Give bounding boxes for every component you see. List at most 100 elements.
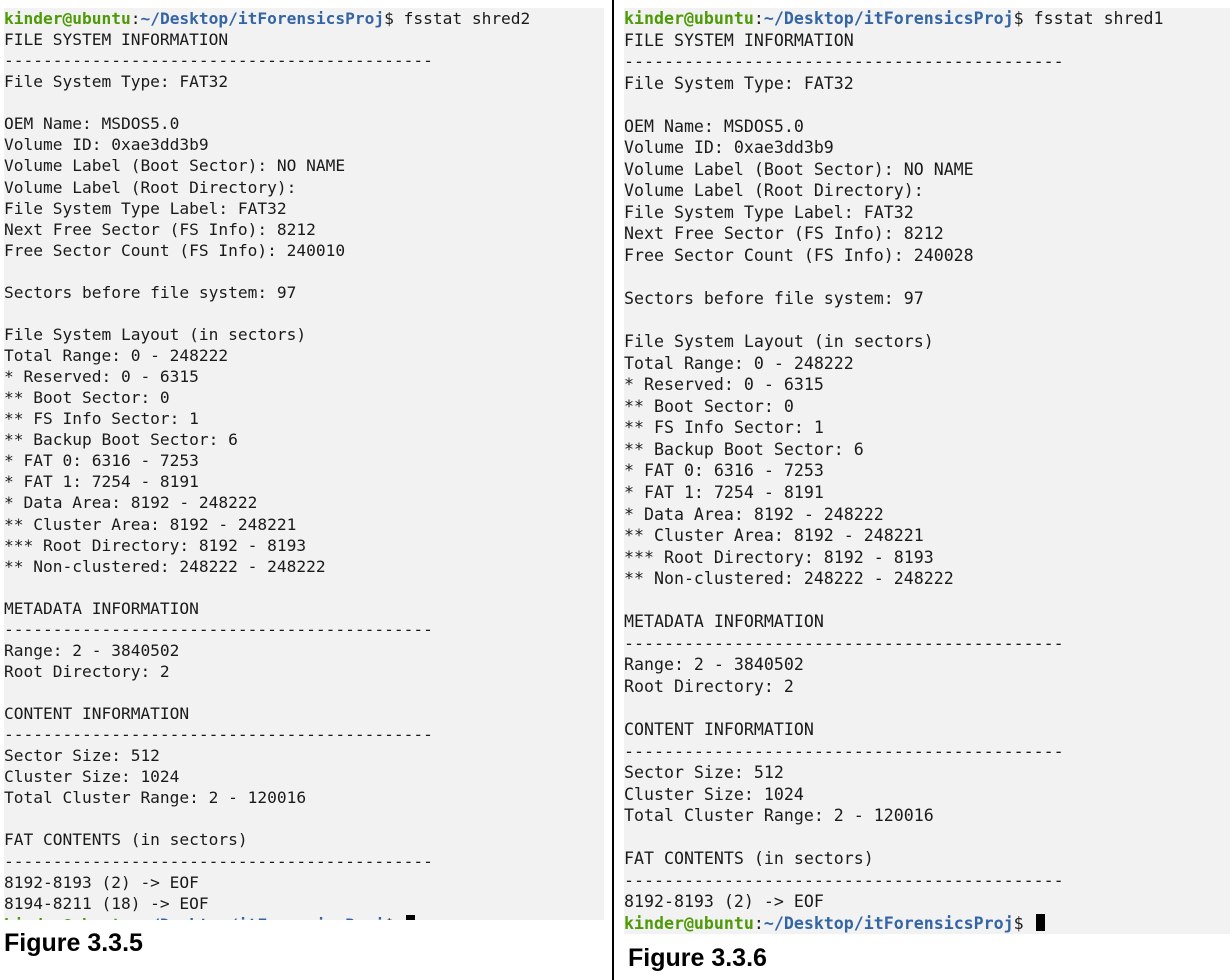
output-line: * Reserved: 0 - 6315 [4,367,199,387]
terminal-output: FILE SYSTEM INFORMATION -----------------… [4,29,604,914]
output-line: ** Backup Boot Sector: 6 [624,439,864,459]
prompt-dollar: $ [1013,9,1024,28]
output-line: * Reserved: 0 - 6315 [624,375,824,395]
prompt-user: kinder@ubuntu [624,9,754,28]
prompt-dollar: $ [384,915,394,920]
output-line: * Data Area: 8192 - 248222 [4,493,258,513]
output-line: ----------------------------------------… [4,851,433,871]
output-line: 8194-8211 (18) -> EOF [4,893,209,913]
output-line: ** Non-clustered: 248222 - 248222 [624,569,954,589]
output-line: Total Cluster Range: 2 - 120016 [4,788,307,808]
terminal-output: FILE SYSTEM INFORMATION -----------------… [624,30,1230,913]
output-line: Free Sector Count (FS Info): 240028 [624,246,974,266]
output-line: CONTENT INFORMATION [4,704,190,724]
output-line: Sectors before file system: 97 [4,282,297,302]
prompt-user: kinder@ubuntu [4,915,131,920]
output-line: ** Non-clustered: 248222 - 248222 [4,556,326,576]
output-line: ----------------------------------------… [624,741,1064,761]
output-line: Sectors before file system: 97 [624,289,924,309]
output-line: 8192-8193 (2) -> EOF [624,892,824,912]
output-line: Next Free Sector (FS Info): 8212 [4,219,316,239]
prompt-user: kinder@ubuntu [4,9,131,28]
output-line: Volume Label (Root Directory): [4,177,297,197]
output-line: Sector Size: 512 [4,746,160,766]
prompt-separator: : [753,9,764,28]
output-line: File System Layout (in sectors) [624,332,934,352]
figure-caption-right: Figure 3.3.6 [628,944,767,972]
output-line: File System Type Label: FAT32 [624,202,914,222]
output-line: File System Layout (in sectors) [4,324,307,344]
output-line: 8192-8193 (2) -> EOF [4,872,199,892]
output-line: CONTENT INFORMATION [624,720,814,740]
command-prompt-line: kinder@ubuntu:~/Desktop/itForensicsProj$… [624,8,1230,30]
figure-caption-left: Figure 3.3.5 [4,929,143,957]
output-line: ** Backup Boot Sector: 6 [4,430,238,450]
output-line: Next Free Sector (FS Info): 8212 [624,224,944,244]
output-line: *** Root Directory: 8192 - 8193 [4,535,307,555]
output-line: ** Boot Sector: 0 [4,388,170,408]
output-line: Volume Label (Boot Sector): NO NAME [624,159,974,179]
output-line: ----------------------------------------… [4,619,433,639]
output-line: FILE SYSTEM INFORMATION [624,30,854,50]
output-line: Sector Size: 512 [624,763,784,783]
output-line: Volume ID: 0xae3dd3b9 [624,138,834,158]
output-line: ----------------------------------------… [4,51,433,71]
output-line: File System Type: FAT32 [624,73,854,93]
cursor-block [405,914,415,920]
divider-line [612,0,614,980]
output-line: Range: 2 - 3840502 [624,655,804,675]
output-line: Root Directory: 2 [624,676,794,696]
output-line: Cluster Size: 1024 [624,784,804,804]
final-prompt-line[interactable]: kinder@ubuntu:~/Desktop/itForensicsProj$ [624,913,1230,934]
output-line: FAT CONTENTS (in sectors) [4,830,248,850]
cursor-block [1035,913,1045,931]
prompt-path: ~/Desktop/itForensicsProj [140,915,384,920]
output-line: ** Cluster Area: 8192 - 248221 [4,514,297,534]
output-line: FILE SYSTEM INFORMATION [4,30,229,50]
output-line: METADATA INFORMATION [624,612,824,632]
terminal-left[interactable]: kinder@ubuntu:~/Desktop/itForensicsProj$… [4,8,604,920]
output-line: Free Sector Count (FS Info): 240010 [4,240,346,260]
prompt-path: ~/Desktop/itForensicsProj [763,9,1014,28]
prompt-dollar: $ [1013,913,1024,933]
final-prompt-line[interactable]: kinder@ubuntu:~/Desktop/itForensicsProj$ [4,914,604,920]
output-line: Total Range: 0 - 248222 [624,353,854,373]
command-prompt-line: kinder@ubuntu:~/Desktop/itForensicsProj$… [4,8,604,29]
output-line: Total Cluster Range: 2 - 120016 [624,806,934,826]
output-line: Total Range: 0 - 248222 [4,346,229,365]
output-line: OEM Name: MSDOS5.0 [4,114,180,134]
output-line: Root Directory: 2 [4,661,170,681]
prompt-separator: : [130,9,141,28]
output-line: File System Type Label: FAT32 [4,198,287,218]
output-line: * Data Area: 8192 - 248222 [624,504,884,524]
output-line: ** Boot Sector: 0 [624,396,794,416]
command-text: fsstat shred2 [393,9,531,28]
output-line: * FAT 1: 7254 - 8191 [4,472,199,492]
output-line: FAT CONTENTS (in sectors) [624,849,874,869]
prompt-separator: : [753,913,764,933]
output-line: OEM Name: MSDOS5.0 [624,116,804,136]
output-line: File System Type: FAT32 [4,72,229,92]
output-line: ** FS Info Sector: 1 [624,418,824,438]
output-line: * FAT 0: 6316 - 7253 [624,461,824,481]
output-line: * FAT 0: 6316 - 7253 [4,451,199,471]
output-line: * FAT 1: 7254 - 8191 [624,483,824,503]
output-line: ** FS Info Sector: 1 [4,409,199,429]
command-text: fsstat shred1 [1023,9,1164,28]
terminal-right[interactable]: kinder@ubuntu:~/Desktop/itForensicsProj$… [624,8,1230,934]
output-line: Volume ID: 0xae3dd3b9 [4,135,209,155]
output-line: ----------------------------------------… [624,52,1064,72]
output-line: *** Root Directory: 8192 - 8193 [624,547,934,567]
output-line: ----------------------------------------… [4,725,433,745]
